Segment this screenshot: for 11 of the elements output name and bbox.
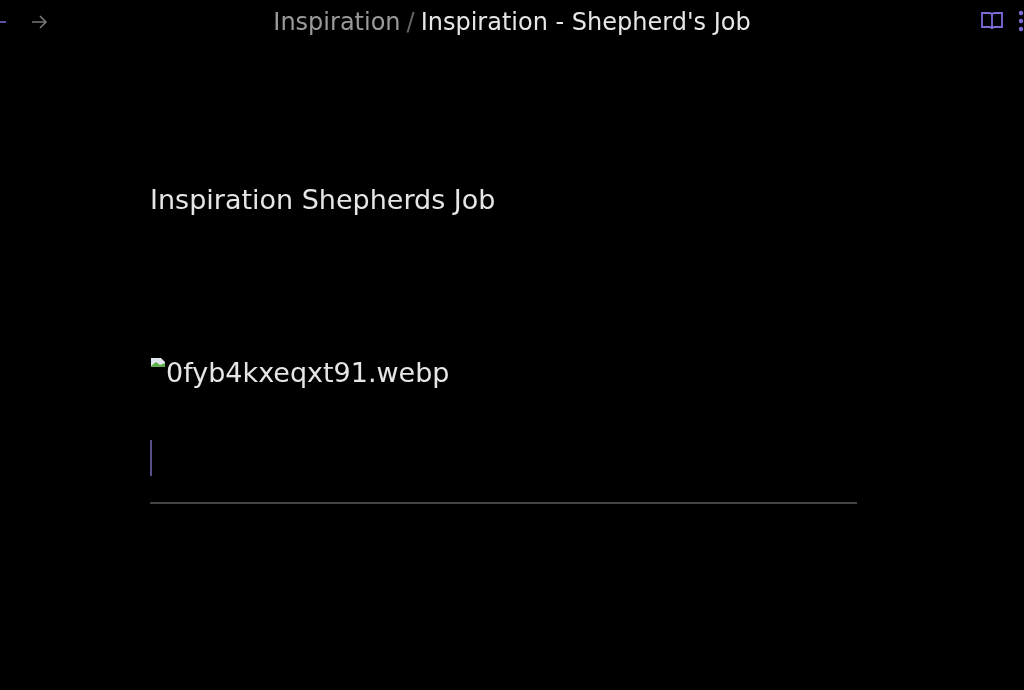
forward-arrow-icon [30, 15, 48, 29]
breadcrumb-parent[interactable]: Inspiration [273, 8, 401, 36]
more-options-button[interactable] [1018, 10, 1024, 32]
note-title[interactable]: Inspiration - Shepherd's Job [420, 8, 751, 36]
book-icon [980, 11, 1004, 31]
image-alt-text: 0fyb4kxeqxt91.webp [166, 357, 450, 388]
more-icon [1018, 10, 1024, 32]
breadcrumb-separator: / [406, 8, 415, 36]
text-cursor [150, 440, 152, 476]
reading-view-button[interactable] [980, 11, 1004, 31]
note-heading: Inspiration Shepherds Job [150, 184, 497, 215]
